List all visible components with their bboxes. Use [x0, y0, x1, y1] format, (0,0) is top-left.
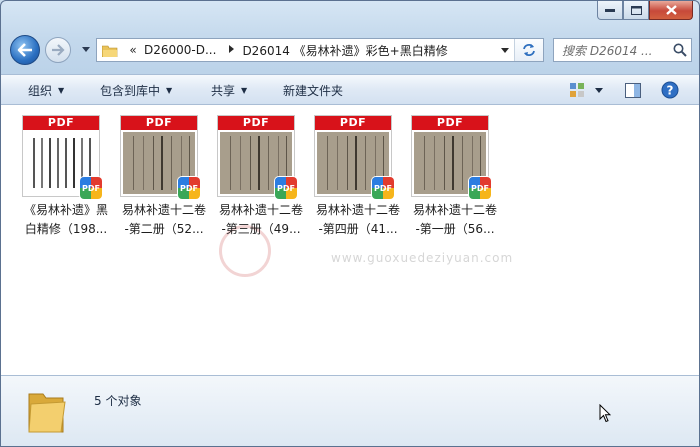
pdf-header: PDF: [315, 116, 391, 130]
watermark-text: www.guoxuedeziyuan.com: [331, 251, 514, 265]
help-icon: ?: [661, 81, 679, 99]
back-button[interactable]: [10, 35, 40, 65]
file-name-line2: -第三册（49...: [221, 222, 301, 236]
file-name-line2: -第四册（41...: [318, 222, 398, 236]
pdf-badge-icon: PDF: [372, 177, 394, 199]
file-name-line1: 易林补遗十二卷: [315, 203, 400, 217]
file-name: 易林补遗十二卷 -第三册（49...: [207, 201, 315, 239]
breadcrumb-current[interactable]: D26014 《易林补遗》彩色+黑白精修: [242, 42, 447, 59]
item-count: 5 个对象: [94, 394, 142, 408]
pdf-badge-icon: PDF: [469, 177, 491, 199]
breadcrumb-separator[interactable]: [224, 44, 238, 56]
file-name-line1: 《易林补遗》黑: [23, 203, 108, 217]
include-in-library-label: 包含到库中: [100, 84, 161, 98]
share-label: 共享: [211, 84, 236, 98]
refresh-icon: [523, 44, 535, 56]
file-name: 易林补遗十二卷 -第二册（52...: [110, 201, 218, 239]
forward-arrow-icon: [52, 44, 65, 56]
details-pane: 5 个对象: [1, 375, 699, 446]
maximize-button[interactable]: [623, 1, 649, 20]
svg-text:?: ?: [667, 84, 674, 98]
refresh-button[interactable]: [514, 39, 543, 61]
file-name-line1: 易林补遗十二卷: [218, 203, 303, 217]
chevron-down-icon: ▼: [166, 86, 173, 95]
chevron-right-icon: [228, 44, 234, 53]
file-name-line2: -第一册（56...: [415, 222, 495, 236]
preview-pane-button[interactable]: [625, 81, 641, 99]
file-name: 《易林补遗》黑 白精修（198...: [12, 201, 120, 239]
new-folder-button[interactable]: 新建文件夹: [283, 82, 343, 99]
pdf-header: PDF: [218, 116, 294, 130]
search-input[interactable]: 搜索 D26014 ...: [554, 42, 669, 59]
pdf-header: PDF: [23, 116, 99, 130]
mouse-cursor-icon: [599, 403, 612, 426]
close-icon: [665, 5, 677, 15]
file-name-line1: 易林补遗十二卷: [121, 203, 206, 217]
close-button[interactable]: [649, 1, 693, 20]
explorer-window: « D26000-D... D26014 《易林补遗》彩色+黑白精修 搜索 D2…: [0, 0, 700, 447]
minimize-icon: [605, 9, 615, 12]
share-menu[interactable]: 共享 ▼: [211, 82, 247, 99]
folder-icon: [101, 44, 118, 57]
new-folder-label: 新建文件夹: [283, 84, 344, 98]
view-icon: [570, 83, 584, 97]
pdf-header: PDF: [412, 116, 488, 130]
include-in-library-menu[interactable]: 包含到库中 ▼: [100, 82, 172, 99]
help-button[interactable]: ?: [661, 81, 679, 99]
file-name-line2: -第二册（52...: [124, 222, 204, 236]
chevron-down-icon: [82, 46, 90, 52]
chevron-down-icon: [595, 87, 603, 93]
command-bar: 组织 ▼ 包含到库中 ▼ 共享 ▼ 新建文件夹 ?: [1, 74, 699, 105]
search-icon[interactable]: [669, 43, 691, 57]
chevron-down-icon: [501, 47, 509, 53]
overflow-chevron[interactable]: «: [126, 43, 140, 57]
file-name: 易林补遗十二卷 -第一册（56...: [401, 201, 509, 239]
chevron-down-icon: ▼: [58, 86, 65, 95]
file-name-line1: 易林补遗十二卷: [412, 203, 497, 217]
recent-pages-dropdown[interactable]: [79, 42, 93, 56]
address-dropdown[interactable]: [497, 39, 513, 61]
pdf-badge-icon: PDF: [178, 177, 200, 199]
back-arrow-icon: [17, 43, 32, 57]
caption-buttons: [597, 1, 693, 21]
preview-pane-icon: [625, 82, 641, 98]
search-box[interactable]: 搜索 D26014 ...: [553, 38, 692, 62]
change-view-button[interactable]: [569, 81, 585, 99]
minimize-button[interactable]: [597, 1, 623, 20]
file-list-pane[interactable]: www.guoxuedeziyuan.com PDF PDF 《易林补遗》黑 白…: [1, 105, 699, 375]
maximize-icon: [630, 5, 642, 15]
organize-menu[interactable]: 组织 ▼: [28, 82, 64, 99]
organize-label: 组织: [28, 84, 53, 98]
pdf-header: PDF: [121, 116, 197, 130]
breadcrumb-parent[interactable]: D26000-D...: [144, 43, 216, 57]
forward-button[interactable]: [45, 37, 71, 63]
file-name-line2: 白精修（198...: [24, 222, 108, 236]
file-name: 易林补遗十二卷 -第四册（41...: [304, 201, 412, 239]
address-bar[interactable]: « D26000-D... D26014 《易林补遗》彩色+黑白精修: [96, 38, 544, 62]
pdf-badge-icon: PDF: [80, 177, 102, 199]
view-options-dropdown[interactable]: [595, 81, 603, 99]
folder-icon: [25, 388, 67, 434]
pdf-badge-icon: PDF: [275, 177, 297, 199]
chevron-down-icon: ▼: [241, 86, 248, 95]
